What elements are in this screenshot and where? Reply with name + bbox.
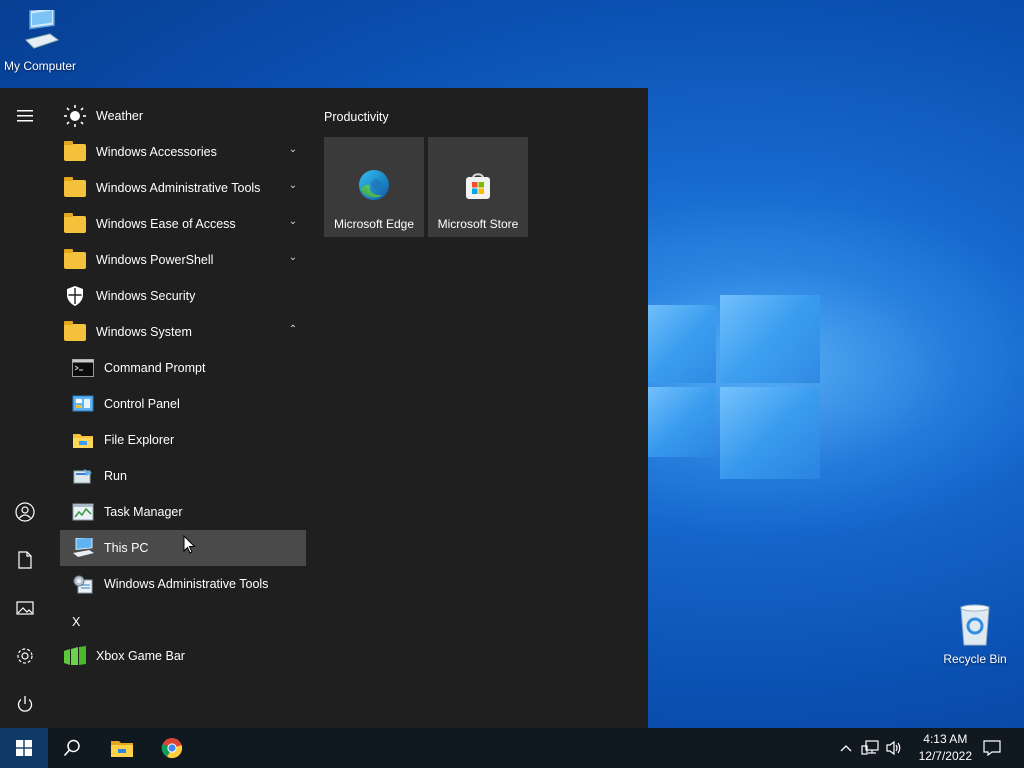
- show-hidden-icons-button[interactable]: [838, 728, 854, 768]
- app-label: Windows Ease of Access: [96, 217, 236, 231]
- documents-button[interactable]: [0, 536, 50, 584]
- file-explorer-icon: [111, 741, 133, 757]
- app-label: Xbox Game Bar: [96, 649, 185, 663]
- folder-windows-accessories[interactable]: Windows Accessories ⌄: [60, 134, 306, 170]
- account-button[interactable]: [0, 488, 50, 536]
- app-label: Windows Accessories: [96, 145, 217, 159]
- settings-icon: [17, 648, 33, 664]
- windows-logo-icon: [16, 740, 32, 756]
- user-icon: [15, 502, 35, 522]
- chevron-down-icon: ⌄: [288, 216, 298, 227]
- folder-icon: [62, 247, 88, 273]
- run-icon: [70, 463, 96, 489]
- app-weather[interactable]: Weather: [60, 98, 306, 134]
- app-label: Weather: [96, 109, 144, 123]
- app-file-explorer[interactable]: File Explorer: [60, 422, 306, 458]
- file-explorer-icon: [70, 427, 96, 453]
- search-button[interactable]: [48, 728, 96, 768]
- windows-logo-wallpaper: [648, 150, 1024, 570]
- admin-tools-icon: [70, 571, 96, 597]
- folder-windows-administrative-tools[interactable]: Windows Administrative Tools ⌄: [60, 170, 306, 206]
- my-computer-icon: [25, 6, 60, 49]
- hamburger-menu-icon: [17, 110, 33, 122]
- settings-button[interactable]: [0, 632, 50, 680]
- folder-windows-ease-of-access[interactable]: Windows Ease of Access ⌄: [60, 206, 306, 242]
- mouse-cursor-icon: [183, 535, 196, 554]
- clock[interactable]: 4:13 AM 12/7/2022: [919, 731, 972, 765]
- control-panel-icon: [70, 391, 96, 417]
- volume-icon: [886, 740, 901, 756]
- power-icon: [17, 696, 33, 712]
- app-run[interactable]: Run: [60, 458, 306, 494]
- folder-icon: [62, 211, 88, 237]
- pictures-button[interactable]: [0, 584, 50, 632]
- letter-header-x[interactable]: X: [72, 615, 80, 629]
- notification-icon: [983, 740, 1001, 756]
- documents-icon: [18, 551, 32, 569]
- chevron-down-icon: ⌄: [288, 144, 298, 155]
- app-label: Windows PowerShell: [96, 253, 214, 267]
- app-label: Command Prompt: [104, 361, 206, 375]
- weather-icon: [62, 103, 88, 129]
- chrome-icon: [161, 738, 183, 759]
- taskbar-chrome[interactable]: [148, 728, 196, 768]
- tile-group-title: Productivity: [324, 110, 389, 124]
- folder-windows-system[interactable]: Windows System ⌃: [60, 314, 306, 350]
- desktop-icon-label: My Computer: [3, 59, 77, 73]
- app-label: Control Panel: [104, 397, 180, 411]
- chevron-up-icon: [840, 745, 852, 752]
- app-control-panel[interactable]: Control Panel: [60, 386, 306, 422]
- tile-label: Microsoft Store: [437, 217, 519, 231]
- network-icon: [861, 740, 879, 755]
- recycle-bin-icon: [960, 604, 990, 646]
- folder-icon: [62, 175, 88, 201]
- clock-time: 4:13 AM: [923, 732, 968, 746]
- chevron-up-icon: ⌃: [288, 324, 298, 335]
- app-command-prompt[interactable]: Command Prompt: [60, 350, 306, 386]
- tile-label: Microsoft Edge: [333, 217, 415, 231]
- tile-microsoft-edge[interactable]: Microsoft Edge: [324, 137, 424, 237]
- app-windows-administrative-tools[interactable]: Windows Administrative Tools: [60, 566, 306, 602]
- xbox-game-bar-icon: [62, 643, 88, 669]
- folder-icon: [62, 139, 88, 165]
- app-label: Windows Security: [96, 289, 196, 303]
- taskbar: 4:13 AM 12/7/2022: [0, 728, 1024, 768]
- app-label: This PC: [104, 541, 149, 555]
- app-task-manager[interactable]: Task Manager: [60, 494, 306, 530]
- chevron-down-icon: ⌄: [288, 252, 298, 263]
- taskbar-file-explorer[interactable]: [98, 728, 146, 768]
- app-label: Task Manager: [104, 505, 183, 519]
- folder-icon: [62, 319, 88, 345]
- tile-microsoft-store[interactable]: Microsoft Store: [428, 137, 528, 237]
- app-label: Windows Administrative Tools: [104, 577, 269, 591]
- edge-icon: [359, 170, 389, 200]
- start-menu-rail: [0, 88, 50, 728]
- app-label: File Explorer: [104, 433, 175, 447]
- app-xbox-game-bar[interactable]: Xbox Game Bar: [60, 638, 306, 674]
- start-button[interactable]: [0, 728, 48, 768]
- power-button[interactable]: [0, 680, 50, 728]
- pictures-icon: [16, 601, 34, 615]
- action-center-button[interactable]: [976, 728, 1008, 768]
- desktop-icon-label: Recycle Bin: [943, 652, 1007, 666]
- volume-button[interactable]: [884, 728, 904, 768]
- shield-icon: [62, 283, 88, 309]
- search-icon: [63, 739, 80, 757]
- store-icon: [466, 173, 490, 199]
- network-button[interactable]: [860, 728, 880, 768]
- task-manager-icon: [70, 499, 96, 525]
- folder-windows-powershell[interactable]: Windows PowerShell ⌄: [60, 242, 306, 278]
- app-label: Windows Administrative Tools: [96, 181, 261, 195]
- desktop-icon-my-computer[interactable]: My Computer: [0, 6, 80, 73]
- app-windows-security[interactable]: Windows Security: [60, 278, 306, 314]
- app-label: Run: [104, 469, 127, 483]
- desktop-icon-recycle-bin[interactable]: Recycle Bin: [935, 603, 1015, 666]
- start-menu: Weather Windows Accessories ⌄ Windows Ad…: [0, 88, 648, 728]
- chevron-down-icon: ⌄: [288, 180, 298, 191]
- clock-date: 12/7/2022: [918, 749, 972, 763]
- app-label: Windows System: [96, 325, 192, 339]
- this-pc-icon: [70, 535, 96, 561]
- expand-menu-button[interactable]: [0, 92, 50, 140]
- command-prompt-icon: [70, 355, 96, 381]
